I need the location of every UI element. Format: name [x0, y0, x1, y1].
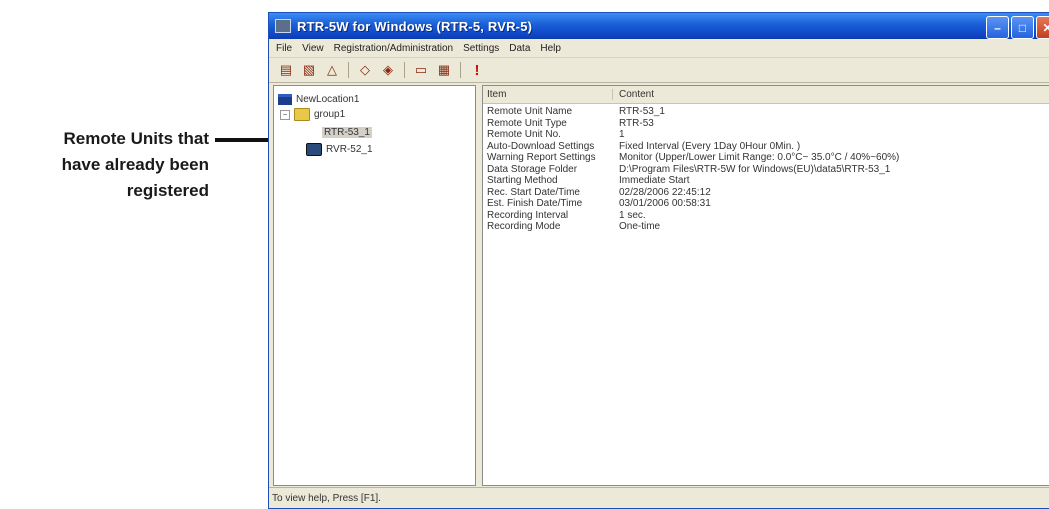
window-controls: – □ ✕: [986, 16, 1049, 39]
table-row[interactable]: Recording Mode One-time: [483, 221, 1049, 233]
row-content: Monitor (Upper/Lower Limit Range: 0.0°C~…: [619, 152, 900, 164]
status-text: To view help, Press [F1].: [272, 492, 381, 504]
row-content: 1: [619, 129, 625, 141]
toolbar-divider: [460, 62, 461, 78]
settings-icon[interactable]: ◈: [379, 61, 397, 79]
menu-data[interactable]: Data: [504, 43, 535, 54]
row-content: RTR-53_1: [619, 106, 665, 118]
download-icon[interactable]: ◇: [356, 61, 374, 79]
folder-icon: [294, 108, 310, 121]
row-item: Remote Unit No.: [487, 129, 561, 141]
menu-bar: File View Registration/Administration Se…: [269, 39, 1049, 58]
callout-line-1: Remote Units that: [63, 129, 209, 148]
tree-label-unit: RVR-52_1: [326, 144, 373, 155]
row-item: Remote Unit Type: [487, 117, 567, 129]
tree-label-group: group1: [314, 109, 346, 120]
table-row[interactable]: Remote Unit Name RTR-53_1: [483, 106, 1049, 118]
row-item: Recording Mode: [487, 221, 561, 233]
table-row[interactable]: Remote Unit No. 1: [483, 129, 1049, 141]
row-item: Rec. Start Date/Time: [487, 186, 580, 198]
main-content: NewLocation1 − group1 RTR-53_1 RVR-52_1 …: [273, 85, 1049, 486]
row-content: 1 sec.: [619, 209, 646, 221]
tree-node-location[interactable]: NewLocation1: [278, 92, 475, 107]
tree-node-unit[interactable]: RTR-53_1: [278, 125, 475, 140]
upload-icon[interactable]: △: [323, 61, 341, 79]
callout-line-2: have already been: [61, 155, 209, 174]
callout-annotation: Remote Units that have already been regi…: [0, 126, 209, 204]
row-content: RTR-53: [619, 117, 654, 129]
table-row[interactable]: Remote Unit Type RTR-53: [483, 118, 1049, 130]
close-button[interactable]: ✕: [1036, 16, 1049, 39]
column-header-content[interactable]: Content: [613, 89, 654, 100]
detail-header: Item Content: [483, 86, 1049, 104]
row-content: D:\Program Files\RTR-5W for Windows(EU)\…: [619, 163, 891, 175]
tree-label-location: NewLocation1: [296, 94, 360, 105]
row-item: Warning Report Settings: [487, 152, 596, 164]
menu-file[interactable]: File: [271, 43, 297, 54]
view-list-icon[interactable]: ▧: [300, 61, 318, 79]
row-content: One-time: [619, 221, 661, 233]
status-bar: To view help, Press [F1].: [269, 487, 1049, 508]
detail-rows: Remote Unit Name RTR-53_1 Remote Unit Typ…: [483, 104, 1049, 233]
tree-node-group[interactable]: − group1: [278, 107, 475, 122]
location-icon: [278, 94, 292, 105]
maximize-button[interactable]: □: [1011, 16, 1034, 39]
app-window: RTR-5W for Windows (RTR-5, RVR-5) – □ ✕ …: [268, 12, 1049, 509]
row-item: Remote Unit Name: [487, 106, 573, 118]
row-item: Data Storage Folder: [487, 163, 578, 175]
app-icon: [275, 19, 291, 33]
toolbar-divider: [348, 62, 349, 78]
row-content: 02/28/2006 22:45:12: [619, 186, 711, 198]
row-item: Auto-Download Settings: [487, 140, 595, 152]
table-row[interactable]: Warning Report Settings Monitor (Upper/Lo…: [483, 152, 1049, 164]
collapse-icon[interactable]: −: [280, 109, 290, 120]
close-icon: ✕: [1042, 20, 1049, 35]
graph-icon[interactable]: ▦: [435, 61, 453, 79]
row-item: Est. Finish Date/Time: [487, 198, 583, 210]
menu-settings[interactable]: Settings: [458, 43, 504, 54]
minimize-button[interactable]: –: [986, 16, 1009, 39]
new-location-icon[interactable]: ▤: [277, 61, 295, 79]
location-tree: NewLocation1 − group1 RTR-53_1 RVR-52_1: [273, 85, 476, 486]
table-row[interactable]: Rec. Start Date/Time 02/28/2006 22:45:12: [483, 187, 1049, 199]
remote-unit-icon: [306, 143, 322, 156]
row-content: 03/01/2006 00:58:31: [619, 198, 711, 210]
tree-label-unit: RTR-53_1: [322, 127, 372, 138]
table-row[interactable]: Est. Finish Date/Time 03/01/2006 00:58:31: [483, 198, 1049, 210]
folder-icon[interactable]: ▭: [412, 61, 430, 79]
menu-view[interactable]: View: [297, 43, 329, 54]
minimize-icon: –: [994, 20, 1001, 35]
toolbar-divider: [404, 62, 405, 78]
menu-registration-administration[interactable]: Registration/Administration: [329, 43, 459, 54]
column-header-item[interactable]: Item: [483, 89, 613, 100]
row-content: Fixed Interval (Every 1Day 0Hour 0Min. ): [619, 140, 801, 152]
toolbar: ▤ ▧ △ ◇ ◈ ▭ ▦ !: [269, 58, 1049, 83]
maximize-icon: □: [1018, 20, 1027, 35]
tree-node-unit[interactable]: RVR-52_1: [278, 142, 475, 157]
title-bar[interactable]: RTR-5W for Windows (RTR-5, RVR-5) – □ ✕: [269, 13, 1049, 39]
callout-line-3: registered: [126, 181, 209, 200]
row-item: Starting Method: [487, 175, 558, 187]
menu-help[interactable]: Help: [535, 43, 566, 54]
detail-list: Item Content Remote Unit Name RTR-53_1 Re…: [482, 85, 1049, 486]
table-row[interactable]: Data Storage Folder D:\Program Files\RTR-…: [483, 164, 1049, 176]
row-content: Immediate Start: [619, 175, 690, 187]
window-title: RTR-5W for Windows (RTR-5, RVR-5): [297, 18, 533, 34]
table-row[interactable]: Auto-Download Settings Fixed Interval (Ev…: [483, 141, 1049, 153]
table-row[interactable]: Starting Method Immediate Start: [483, 175, 1049, 187]
table-row[interactable]: Recording Interval 1 sec.: [483, 210, 1049, 222]
warning-icon[interactable]: !: [468, 61, 486, 79]
row-item: Recording Interval: [487, 209, 569, 221]
